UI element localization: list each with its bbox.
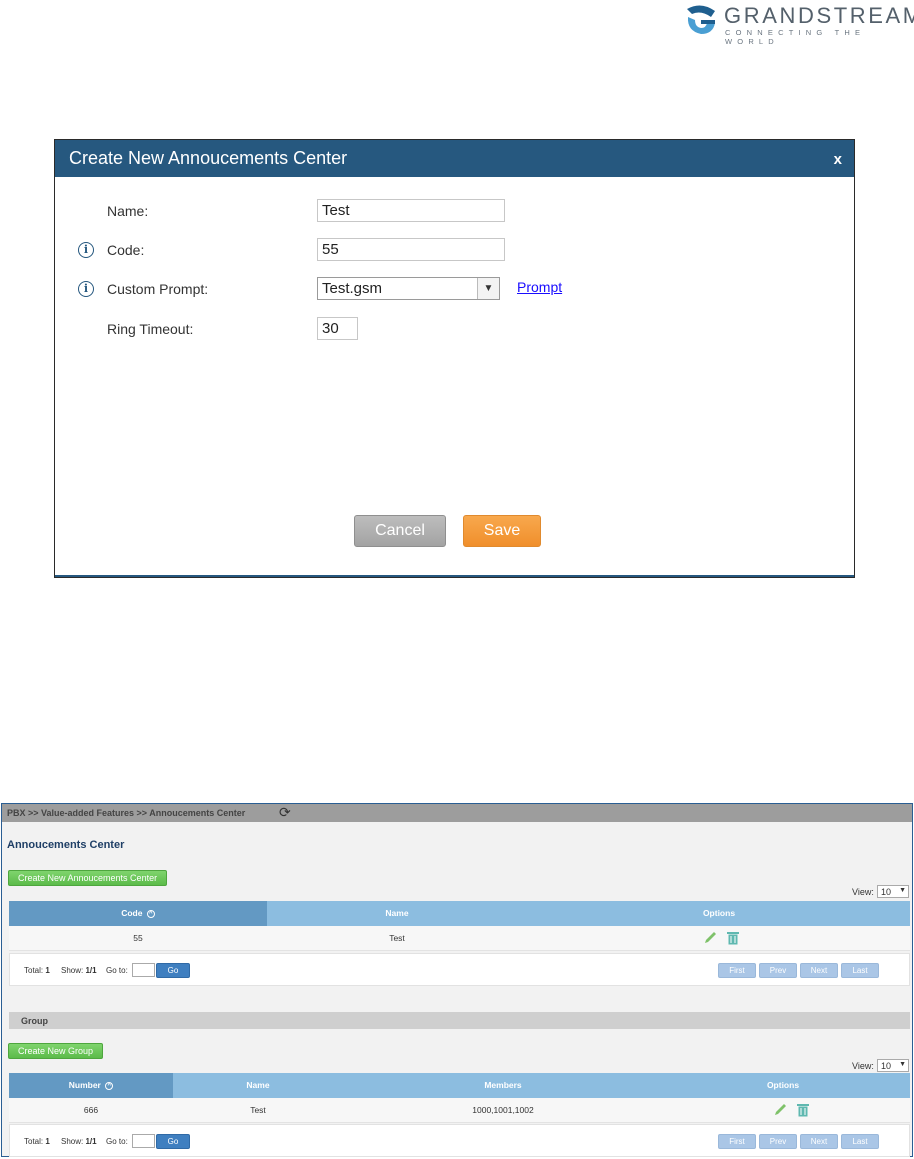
close-button[interactable]: x (834, 151, 842, 168)
column-code[interactable]: Code ^ (9, 901, 267, 926)
first-page-button[interactable]: First (718, 1134, 756, 1149)
view-select[interactable]: 10 ▼ (877, 885, 909, 898)
column-number-label: Number (68, 1080, 101, 1090)
pager: Total: 1 Show: 1/1 Go to: Go First Prev … (9, 953, 910, 986)
create-announcements-button[interactable]: Create New Annoucements Center (8, 870, 168, 886)
logo-tagline: CONNECTING THE WORLD (725, 28, 866, 46)
dialog-header: Create New Annoucements Center x (55, 140, 854, 177)
code-input[interactable]: 55 (317, 238, 505, 261)
go-button[interactable]: Go (156, 963, 190, 978)
ring-timeout-label: Ring Timeout: (107, 321, 194, 337)
custom-prompt-row: i Custom Prompt: Test.gsm ▼ Prompt (55, 277, 854, 301)
custom-prompt-value: Test.gsm (322, 280, 383, 297)
pager-total: Total: 1 (24, 966, 50, 975)
edit-icon[interactable] (703, 931, 719, 945)
group-pager: Total: 1 Show: 1/1 Go to: Go First Prev … (9, 1124, 910, 1157)
goto-page-input[interactable] (132, 963, 155, 977)
pager-total-label: Total: (24, 1137, 44, 1146)
pager-show: Show: 1/1 (61, 1137, 97, 1146)
chevron-down-icon: ▼ (899, 1061, 906, 1068)
goto-page-input[interactable] (132, 1134, 155, 1148)
cancel-button[interactable]: Cancel (354, 515, 446, 547)
name-label: Name: (107, 203, 149, 219)
group-view-label: View: (852, 1061, 874, 1071)
prompt-link[interactable]: Prompt (517, 279, 562, 295)
dialog-bottom-edge (55, 575, 854, 577)
pager-goto-label: Go to: (106, 966, 128, 975)
group-view-value: 10 (881, 1061, 892, 1071)
name-input[interactable]: Test (317, 199, 505, 222)
column-code-label: Code (121, 908, 143, 918)
ring-timeout-row: Ring Timeout: 30 (55, 317, 854, 341)
sort-icon[interactable]: ^ (146, 909, 155, 918)
code-label: Code: (107, 242, 145, 258)
pager-show-label: Show: (61, 966, 84, 975)
pager-total: Total: 1 (24, 1137, 50, 1146)
code-row: i Code: 55 (55, 238, 854, 262)
create-announcements-dialog: Create New Annoucements Center x Name: T… (54, 139, 855, 578)
announcements-table-header: Code ^ Name Options (9, 901, 910, 926)
delete-icon[interactable] (797, 1103, 809, 1117)
chevron-down-icon: ▼ (899, 887, 906, 894)
dropdown-arrow-icon[interactable]: ▼ (477, 278, 499, 299)
name-row: Name: Test (55, 199, 854, 223)
pager-goto-label: Go to: (106, 1137, 128, 1146)
row-code: 55 (133, 933, 143, 943)
column-members: Members (484, 1080, 522, 1090)
pager-show: Show: 1/1 (61, 966, 97, 975)
grandstream-logo: GRANDSTREAM CONNECTING THE WORLD (684, 2, 914, 46)
custom-prompt-select[interactable]: Test.gsm ▼ (317, 277, 500, 300)
group-section-bar: Group (9, 1012, 910, 1029)
refresh-icon[interactable]: ⟳ (279, 805, 291, 819)
pager-show-label: Show: (61, 1137, 84, 1146)
group-table-header: Number ^ Name Members Options (9, 1073, 910, 1098)
column-group-name: Name (246, 1080, 270, 1090)
breadcrumb: PBX >> Value-added Features >> Annouceme… (7, 808, 246, 818)
info-icon[interactable]: i (78, 242, 94, 258)
pager-total-label: Total: (24, 966, 44, 975)
column-options: Options (702, 908, 736, 918)
grandstream-logo-icon (687, 5, 715, 34)
breadcrumb-bar: PBX >> Value-added Features >> Annouceme… (2, 804, 912, 822)
row-members: 1000,1001,1002 (472, 1105, 534, 1115)
announcements-center-page: PBX >> Value-added Features >> Annouceme… (1, 803, 913, 1157)
table-row: 55 Test (9, 926, 910, 951)
next-page-button[interactable]: Next (800, 963, 838, 978)
edit-icon[interactable] (773, 1103, 789, 1117)
prev-page-button[interactable]: Prev (759, 963, 797, 978)
row-number: 666 (83, 1105, 99, 1115)
column-group-options: Options (766, 1080, 800, 1090)
dialog-title: Create New Annoucements Center (69, 148, 348, 168)
info-icon[interactable]: i (78, 281, 94, 297)
row-name: Test (389, 933, 405, 943)
create-group-button[interactable]: Create New Group (8, 1043, 104, 1059)
first-page-button[interactable]: First (718, 963, 756, 978)
logo-name: GRANDSTREAM (724, 3, 914, 28)
table-row: 666 Test 1000,1001,1002 (9, 1098, 910, 1123)
ring-timeout-input[interactable]: 30 (317, 317, 358, 340)
last-page-button[interactable]: Last (841, 1134, 879, 1149)
page-title: Annoucements Center (7, 839, 125, 851)
pager-total-value: 1 (45, 1137, 50, 1146)
go-button[interactable]: Go (156, 1134, 190, 1149)
delete-icon[interactable] (727, 931, 739, 945)
pager-total-value: 1 (45, 966, 50, 975)
next-page-button[interactable]: Next (800, 1134, 838, 1149)
group-title: Group (21, 1016, 48, 1026)
group-view-select[interactable]: 10 ▼ (877, 1059, 909, 1072)
column-number[interactable]: Number ^ (9, 1073, 173, 1098)
save-button[interactable]: Save (463, 515, 541, 547)
row-group-name: Test (250, 1105, 266, 1115)
pager-show-value: 1/1 (85, 1137, 97, 1146)
prev-page-button[interactable]: Prev (759, 1134, 797, 1149)
last-page-button[interactable]: Last (841, 963, 879, 978)
sort-icon[interactable]: ^ (105, 1081, 114, 1090)
pager-show-value: 1/1 (85, 966, 97, 975)
view-label: View: (852, 887, 874, 897)
view-value: 10 (881, 887, 892, 897)
custom-prompt-label: Custom Prompt: (107, 281, 209, 297)
column-name: Name (385, 908, 409, 918)
